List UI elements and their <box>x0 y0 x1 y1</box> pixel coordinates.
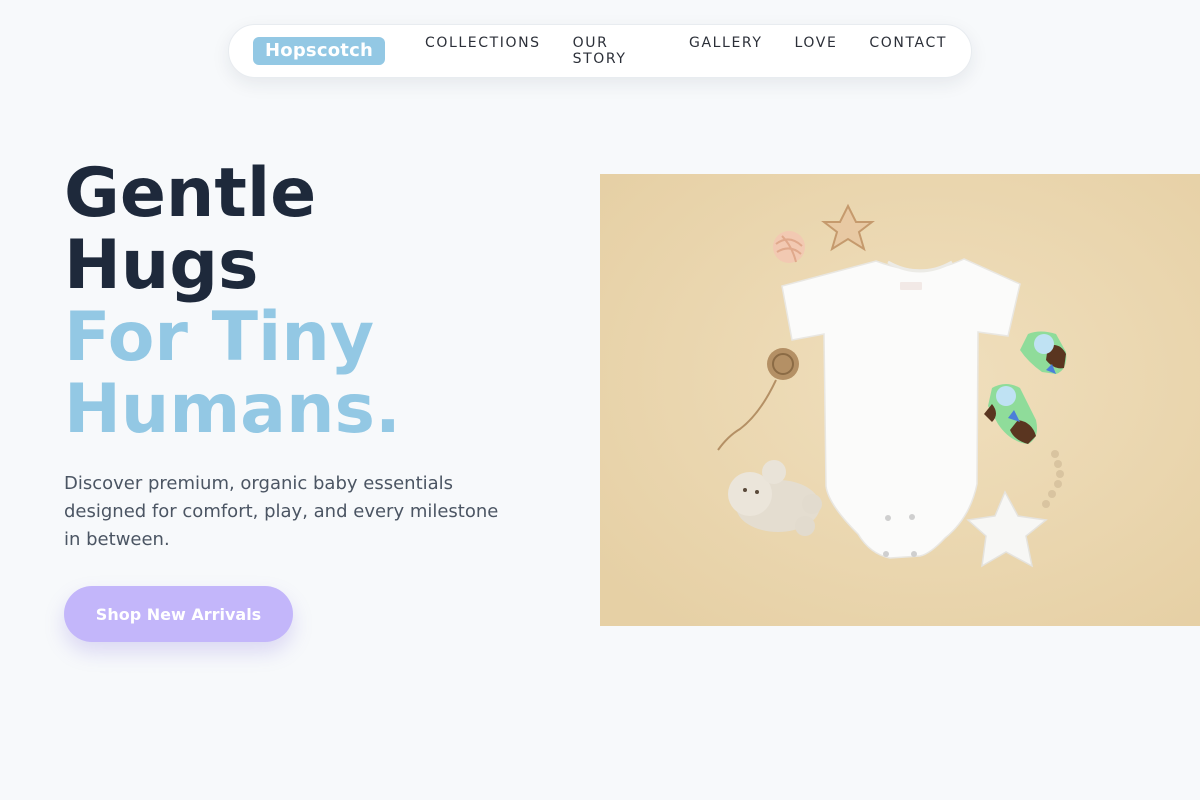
nav-link-gallery[interactable]: GALLERY <box>689 35 762 67</box>
hero-title-line-1: Gentle <box>64 154 317 233</box>
shop-new-arrivals-button[interactable]: Shop New Arrivals <box>64 586 293 642</box>
hero-title-line-3: For Tiny <box>64 298 375 377</box>
hero-description: Discover premium, organic baby essential… <box>64 473 499 550</box>
top-navigation: Hopscotch COLLECTIONS OUR STORY GALLERY … <box>228 24 972 78</box>
nav-link-collections[interactable]: COLLECTIONS <box>425 35 541 67</box>
page: Hopscotch COLLECTIONS OUR STORY GALLERY … <box>0 0 1200 800</box>
hero-product-image <box>600 174 1200 626</box>
nav-link-our-story[interactable]: OUR STORY <box>573 35 657 67</box>
hero-title-line-4: Humans. <box>64 370 401 449</box>
nav-link-love[interactable]: LOVE <box>795 35 838 67</box>
nav-links: COLLECTIONS OUR STORY GALLERY LOVE CONTA… <box>425 35 947 67</box>
hero-title: Gentle Hugs For Tiny Humans. <box>64 158 401 446</box>
nav-link-contact[interactable]: CONTACT <box>869 35 947 67</box>
hero-title-line-2: Hugs <box>64 226 259 305</box>
brand-logo[interactable]: Hopscotch <box>253 37 385 65</box>
yarn-ball-icon <box>773 231 805 263</box>
